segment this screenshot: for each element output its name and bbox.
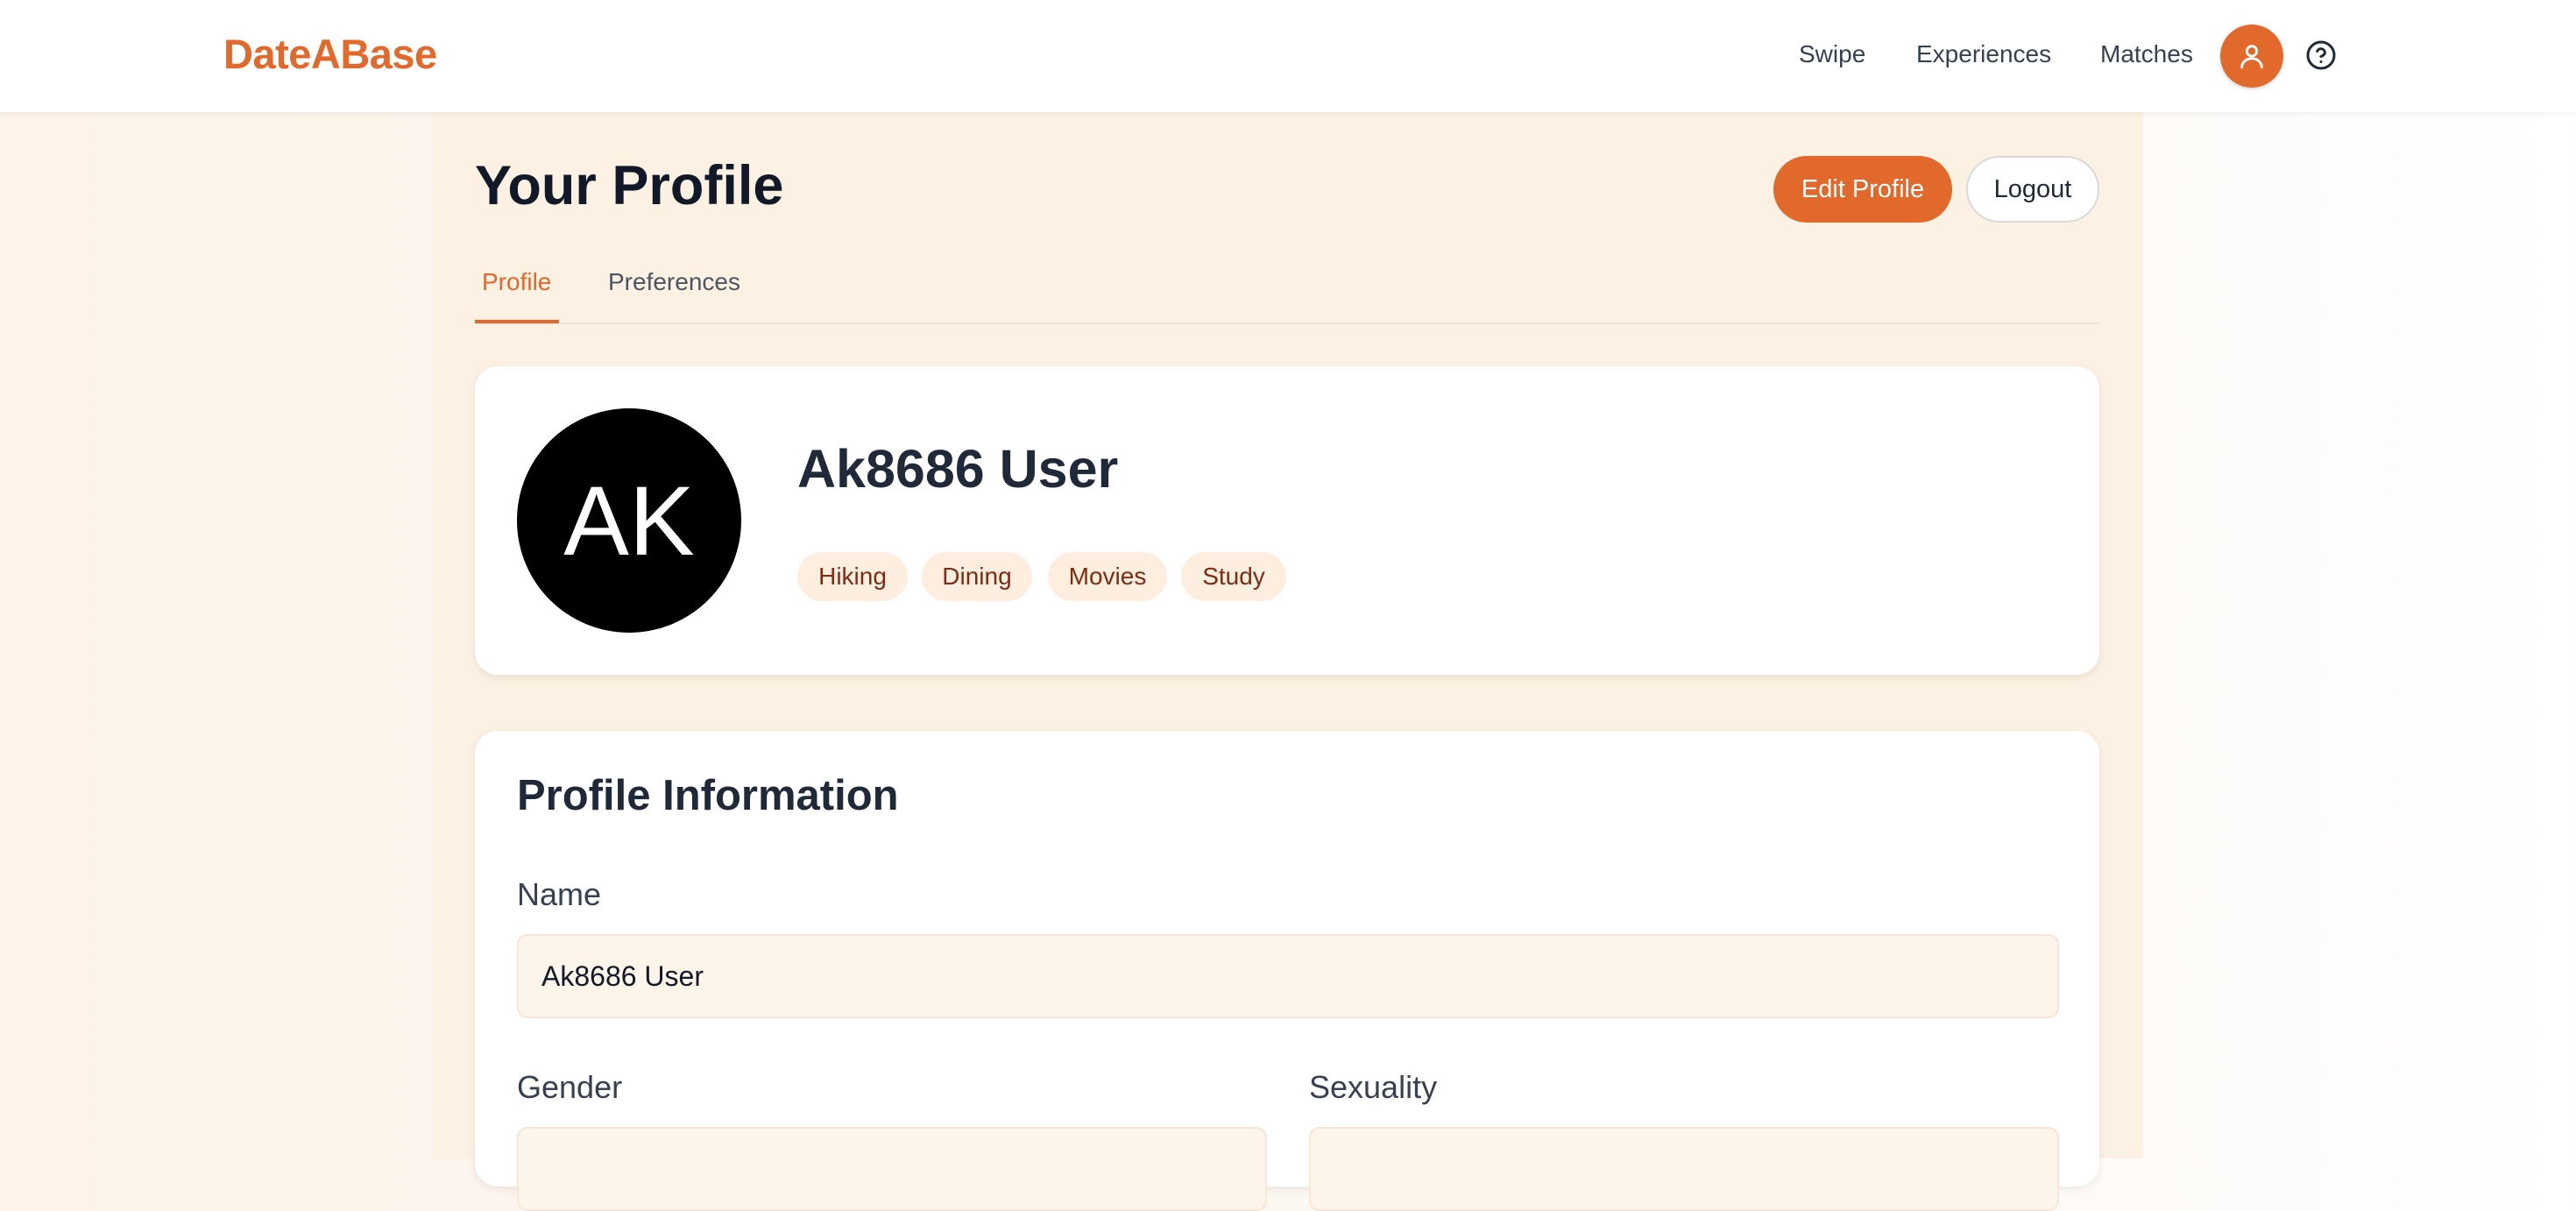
nav-link-experiences[interactable]: Experiences [1916,40,2051,68]
interest-chip-movies: Movies [1048,552,1167,601]
edit-profile-button[interactable]: Edit Profile [1773,156,1952,223]
interest-chip-study: Study [1181,552,1286,601]
tab-profile[interactable]: Profile [482,268,551,296]
brand-logo[interactable]: DateABase [223,30,437,78]
help-circle-icon [2306,40,2336,70]
tab-preferences[interactable]: Preferences [608,268,740,296]
avatar-initials: AK [563,465,695,576]
profile-menu-button[interactable] [2220,25,2283,88]
name-field[interactable] [517,934,2059,1018]
sexuality-label: Sexuality [1309,1069,1438,1105]
active-tab-indicator [475,320,559,323]
sexuality-field[interactable] [1309,1127,2059,1211]
gender-label: Gender [517,1069,623,1105]
user-icon [2240,45,2263,69]
nav-link-swipe[interactable]: Swipe [1799,40,1865,68]
nav-link-matches[interactable]: Matches [2100,40,2193,68]
section-title: Profile Information [517,772,899,819]
tabs-divider [475,322,2099,324]
interest-chip-hiking: Hiking [797,552,908,601]
name-label: Name [517,876,602,912]
profile-display-name: Ak8686 User [797,439,1119,499]
avatar: AK [517,408,741,633]
page-title: Your Profile [475,155,784,216]
logout-button[interactable]: Logout [1966,156,2099,223]
help-button[interactable] [2304,39,2338,72]
gender-field[interactable] [517,1127,1267,1211]
interest-chip-dining: Dining [922,552,1032,601]
top-nav-bar: DateABase Swipe Experiences Matches [0,0,2576,112]
